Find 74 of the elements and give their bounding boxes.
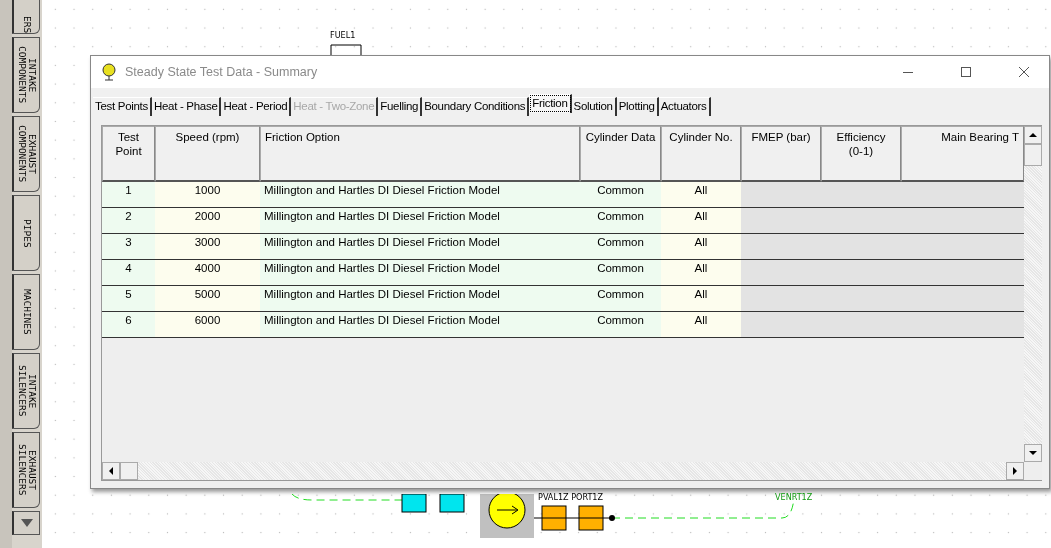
table-cell: Millington and Hartles DI Diesel Friction Model	[260, 234, 580, 260]
table-cell: All	[661, 312, 741, 338]
node-label: PVAL1Z PORT1Z	[538, 492, 604, 502]
table-cell: 3	[102, 234, 155, 260]
palette-tab[interactable]: EXHAUST SILENCERS	[12, 432, 40, 508]
column-header[interactable]: Test Point	[102, 126, 155, 182]
column-header[interactable]: FMEP (bar)	[741, 126, 821, 182]
fuel-node-icon	[330, 44, 362, 56]
scroll-right-button[interactable]	[1006, 462, 1024, 480]
table-cell: 4	[102, 260, 155, 286]
tab[interactable]: Heat - Phase	[151, 97, 222, 116]
scroll-thumb[interactable]	[120, 462, 138, 480]
table-cell: 1000	[155, 182, 260, 208]
column-header[interactable]: Cylinder Data	[580, 126, 661, 182]
tab[interactable]: Heat - Period	[221, 97, 292, 116]
palette-tab[interactable]: PIPES	[12, 195, 40, 271]
maximize-icon	[960, 66, 972, 78]
table-cell: 4000	[155, 260, 260, 286]
table-cell: Common	[580, 260, 661, 286]
tab[interactable]: Test Points	[93, 97, 152, 116]
column-header[interactable]: Friction Option	[260, 126, 580, 182]
palette-tab[interactable]: ERS	[12, 0, 40, 34]
table-cell: Common	[580, 286, 661, 312]
app-icon	[101, 63, 117, 81]
triangle-icon	[1029, 449, 1037, 457]
palette-tab[interactable]: INTAKE SILENCERS	[12, 353, 40, 429]
window-title: Steady State Test Data - Summary	[125, 65, 319, 79]
table-cell: Millington and Hartles DI Diesel Friction Model	[260, 208, 580, 234]
table-cell: Millington and Hartles DI Diesel Friction Model	[260, 312, 580, 338]
table-cell: All	[661, 260, 741, 286]
column-header[interactable]: Efficiency (0-1)	[821, 126, 901, 182]
table-cell: Common	[580, 182, 661, 208]
table-cell: Common	[580, 234, 661, 260]
tab[interactable]: Boundary Conditions	[422, 97, 530, 116]
table-cell: 3000	[155, 234, 260, 260]
table-cell: All	[661, 286, 741, 312]
table-cell: 5000	[155, 286, 260, 312]
palette-tab[interactable]: INTAKE COMPONENTS	[12, 37, 40, 113]
column-header[interactable]: Cylinder No.	[661, 126, 741, 182]
tab[interactable]: Plotting	[616, 97, 659, 116]
triangle-icon	[1029, 131, 1037, 139]
down-triangle-icon	[20, 519, 33, 527]
table-cell: All	[661, 208, 741, 234]
table-cell: 6000	[155, 312, 260, 338]
column-header[interactable]: Speed (rpm)	[155, 126, 260, 182]
table-cell: Common	[580, 312, 661, 338]
tab[interactable]: Friction	[529, 94, 572, 113]
table-cell: All	[661, 182, 741, 208]
tab[interactable]: Actuators	[658, 97, 711, 116]
palette-tab[interactable]: MACHINES	[12, 274, 40, 350]
table-cell: 6	[102, 312, 155, 338]
close-icon	[1018, 66, 1030, 78]
table-cell: 1	[102, 182, 155, 208]
scroll-thumb[interactable]	[1024, 144, 1042, 166]
node-label: FUEL1	[330, 30, 356, 40]
scroll-up-button[interactable]	[1024, 126, 1042, 144]
triangle-icon	[107, 467, 115, 475]
scroll-down-button[interactable]	[12, 511, 40, 535]
table-cell: All	[661, 234, 741, 260]
table-cell: Millington and Hartles DI Diesel Friction Model	[260, 260, 580, 286]
table-cell: Millington and Hartles DI Diesel Friction Model	[260, 286, 580, 312]
table-cell: 5	[102, 286, 155, 312]
palette-tab[interactable]: EXHAUST COMPONENTS	[12, 116, 40, 192]
column-header[interactable]: Main Bearing T	[901, 126, 1024, 182]
table-cell: Millington and Hartles DI Diesel Friction Model	[260, 182, 580, 208]
triangle-icon	[1011, 467, 1019, 475]
tab[interactable]: Fuelling	[378, 97, 423, 116]
node-label: VENRT1Z	[775, 492, 813, 502]
table-cell: 2000	[155, 208, 260, 234]
table-cell: 2	[102, 208, 155, 234]
scroll-left-button[interactable]	[102, 462, 120, 480]
scroll-down-button[interactable]	[1024, 444, 1042, 462]
table-cell: Common	[580, 208, 661, 234]
tab[interactable]: Solution	[571, 97, 617, 116]
